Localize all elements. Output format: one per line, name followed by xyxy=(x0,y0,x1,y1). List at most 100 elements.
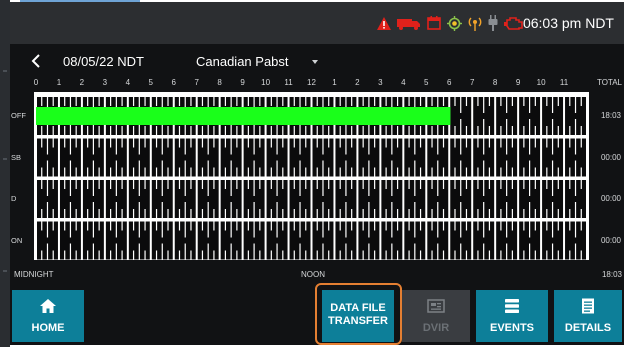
log-date[interactable]: 08/05/22 NDT xyxy=(63,54,144,69)
quarter-tick xyxy=(92,138,94,155)
quarter-tick xyxy=(488,221,491,231)
quarter-tick xyxy=(46,180,49,196)
quarter-tick xyxy=(184,160,186,177)
dvir-button[interactable]: DVIR xyxy=(402,290,470,342)
signal-icon[interactable] xyxy=(468,16,482,31)
quarter-tick xyxy=(523,250,525,260)
quarter-tick xyxy=(523,126,525,135)
engine-icon[interactable] xyxy=(504,16,524,31)
quarter-tick xyxy=(574,119,577,135)
quarter-tick xyxy=(316,167,318,177)
quarter-tick xyxy=(345,221,347,238)
quarter-tick xyxy=(167,209,169,218)
quarter-tick xyxy=(52,209,54,218)
quarter-tick xyxy=(270,97,272,106)
quarter-tick xyxy=(52,138,54,148)
quarter-tick xyxy=(144,138,146,148)
quarter-tick xyxy=(64,209,66,218)
quarter-tick xyxy=(259,250,261,260)
quarter-tick xyxy=(569,126,571,135)
quarter-tick xyxy=(391,138,393,155)
quarter-tick xyxy=(506,202,508,218)
quarter-tick xyxy=(396,138,399,148)
dropdown-caret-icon[interactable] xyxy=(312,60,318,64)
gps-icon[interactable] xyxy=(447,15,462,31)
quarter-tick xyxy=(454,138,456,148)
quarter-tick xyxy=(534,209,536,218)
quarter-tick xyxy=(511,97,513,106)
quarter-tick xyxy=(442,221,445,231)
quarter-tick xyxy=(224,250,227,260)
home-icon xyxy=(40,299,56,313)
quarter-tick xyxy=(178,97,181,106)
quarter-tick xyxy=(293,209,295,218)
quarter-tick xyxy=(155,209,158,218)
quarter-tick xyxy=(132,126,135,135)
quarter-tick xyxy=(580,138,582,148)
quarter-tick xyxy=(506,243,508,260)
quarter-tick xyxy=(247,180,249,189)
quarter-tick xyxy=(500,250,502,260)
quarter-tick xyxy=(41,167,43,177)
quarter-tick xyxy=(454,97,456,106)
hour-label: 8 xyxy=(217,78,222,87)
quarter-tick xyxy=(293,250,295,260)
quarter-tick xyxy=(64,138,66,148)
quarter-tick xyxy=(75,180,77,189)
quarter-tick xyxy=(75,138,77,148)
quarter-tick xyxy=(442,126,445,135)
calendar-icon[interactable] xyxy=(427,16,441,30)
quarter-tick xyxy=(282,221,284,231)
quarter-tick xyxy=(339,97,341,106)
quarter-tick xyxy=(178,221,181,231)
quarter-tick xyxy=(224,209,227,218)
quarter-tick xyxy=(213,209,215,218)
quarter-tick xyxy=(437,180,439,196)
hour-label: 9 xyxy=(515,78,521,87)
quarter-tick xyxy=(551,138,554,155)
quarter-tick xyxy=(483,138,485,155)
details-button[interactable]: DETAILS xyxy=(554,290,622,342)
quarter-tick xyxy=(385,221,387,231)
quarter-tick xyxy=(305,126,307,135)
quarter-tick xyxy=(110,126,112,135)
quarter-tick xyxy=(551,160,554,177)
back-chevron-icon[interactable] xyxy=(28,52,46,70)
truck-icon[interactable] xyxy=(397,17,421,30)
log-header: 08/05/22 NDT Canadian Pabst xyxy=(10,44,624,78)
quarter-tick xyxy=(339,250,341,260)
quarter-tick xyxy=(167,97,169,106)
warning-icon[interactable] xyxy=(377,16,391,30)
quarter-tick xyxy=(75,221,77,231)
quarter-tick xyxy=(132,97,135,106)
quarter-tick xyxy=(167,167,169,177)
driver-dropdown[interactable]: Canadian Pabst xyxy=(196,54,289,69)
quarter-tick xyxy=(580,97,582,106)
quarter-tick xyxy=(534,167,536,177)
quarter-tick xyxy=(362,180,364,189)
quarter-tick xyxy=(270,209,272,218)
quarter-tick xyxy=(580,167,582,177)
quarter-tick xyxy=(87,221,89,231)
quarter-tick xyxy=(184,243,186,260)
quarter-tick xyxy=(132,221,135,231)
quarter-tick xyxy=(46,243,49,260)
quarter-tick xyxy=(362,126,364,135)
plug-icon[interactable] xyxy=(488,15,498,31)
home-button[interactable]: HOME xyxy=(12,290,84,342)
quarter-tick xyxy=(465,221,468,231)
hour-label: 4 xyxy=(125,78,131,87)
quarter-tick xyxy=(305,250,307,260)
quarter-tick xyxy=(46,221,49,238)
quarter-tick xyxy=(138,243,140,260)
quarter-tick xyxy=(431,221,433,231)
events-button[interactable]: EVENTS xyxy=(476,290,548,342)
quarter-tick xyxy=(236,126,238,135)
quarter-tick xyxy=(282,209,284,218)
quarter-tick xyxy=(92,221,94,238)
quarter-tick xyxy=(41,209,43,218)
quarter-tick xyxy=(161,202,163,218)
quarter-tick xyxy=(87,138,89,148)
quarter-tick xyxy=(460,180,462,196)
quarter-tick xyxy=(247,250,249,260)
